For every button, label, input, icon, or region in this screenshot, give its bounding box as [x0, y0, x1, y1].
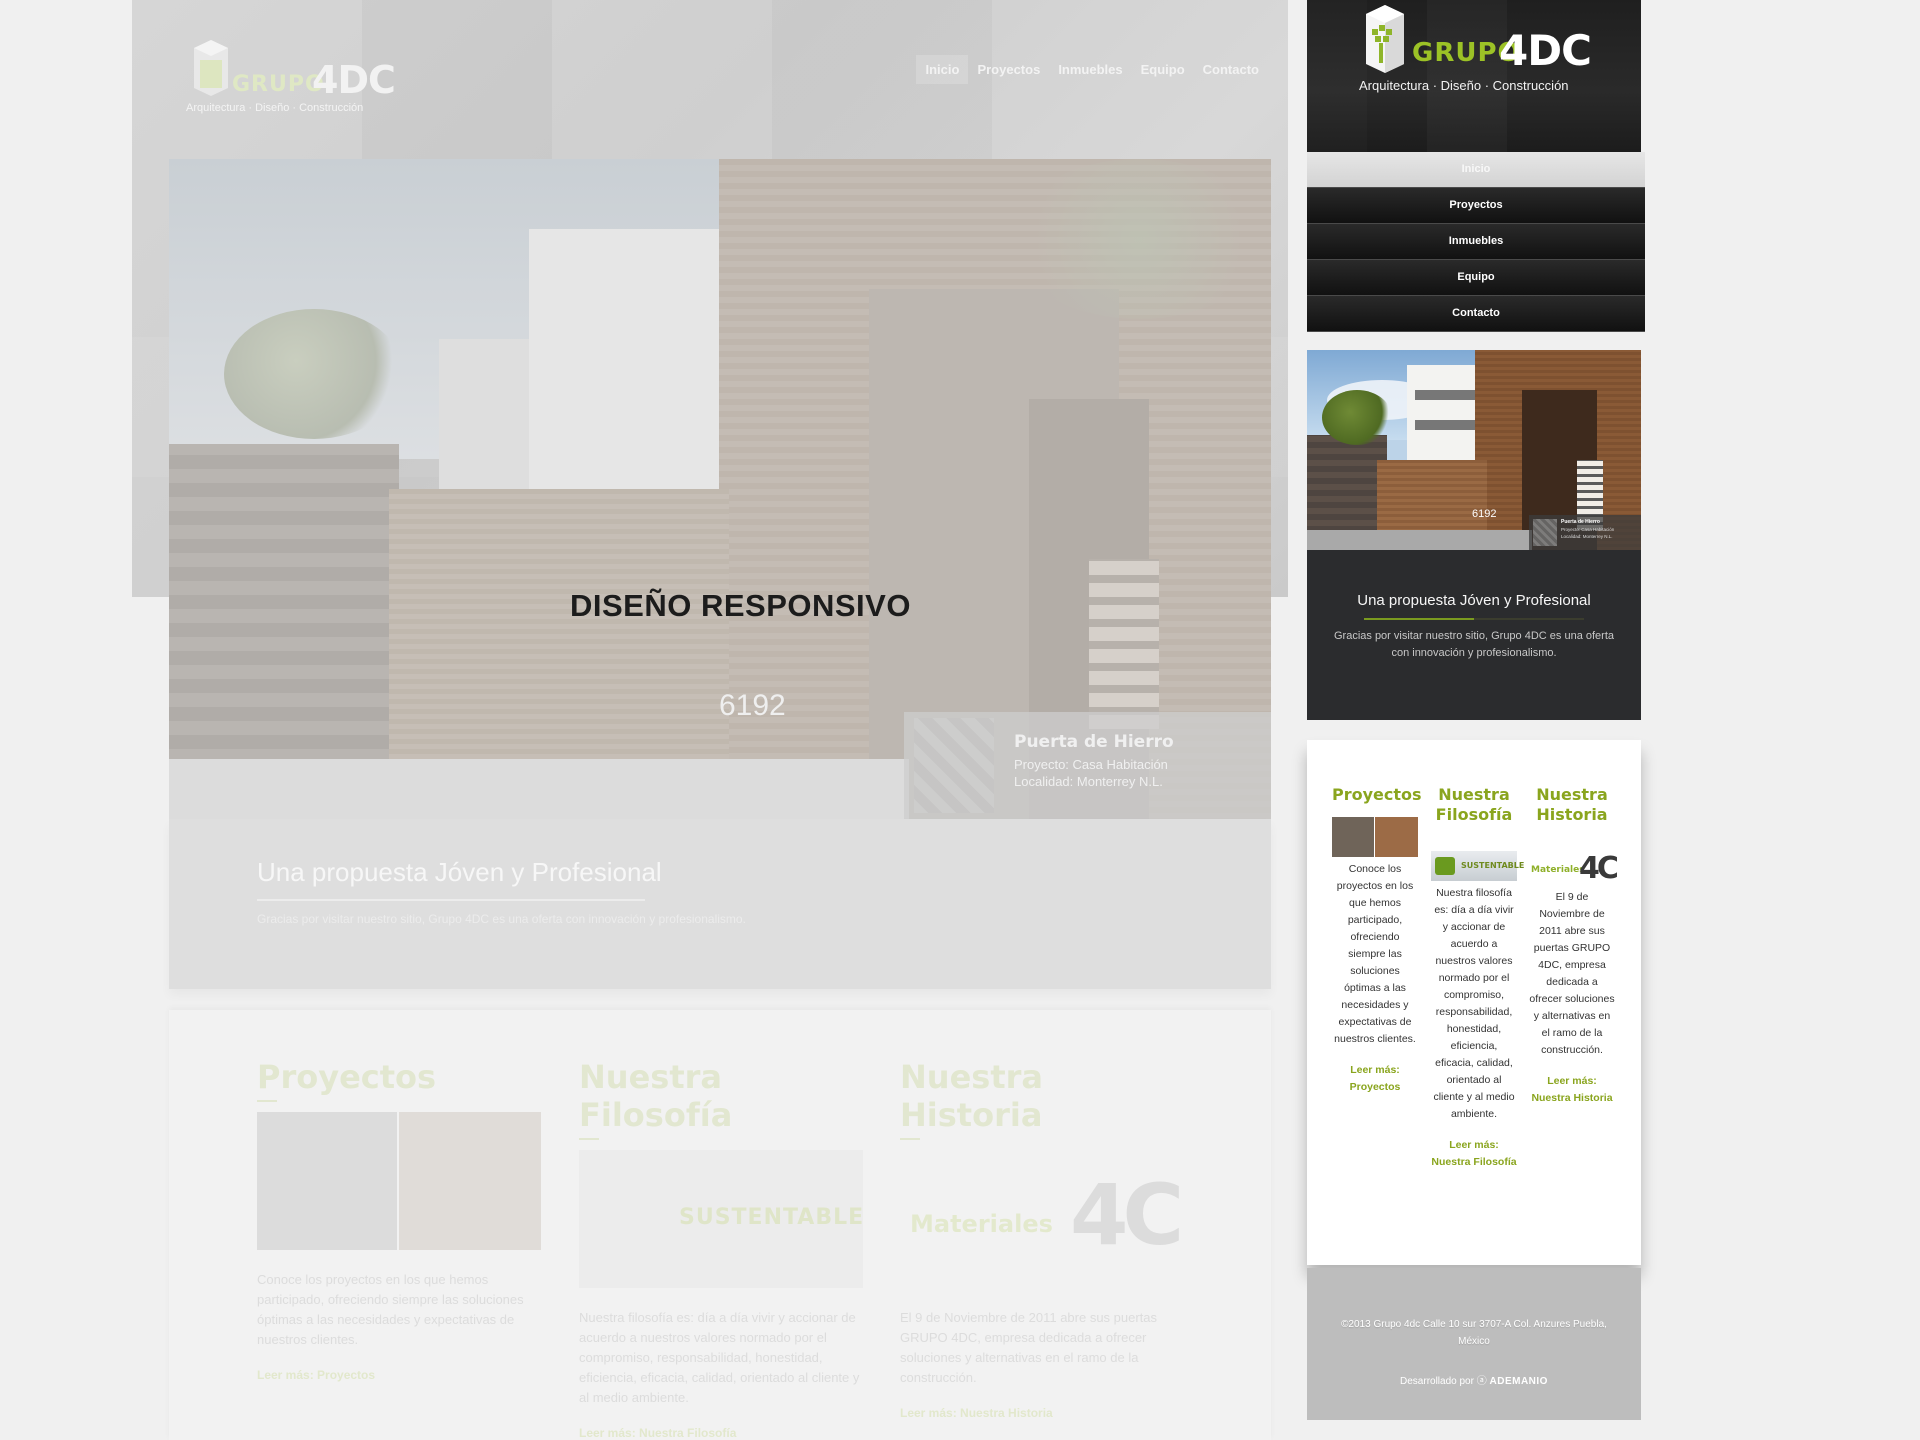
- column-title: Proyectos: [257, 1058, 437, 1096]
- hero-caption: Puerta de Hierro Proyecto: Casa Habitaci…: [1529, 515, 1641, 550]
- read-more-link[interactable]: Leer más: Nuestra Historia: [1529, 1073, 1615, 1107]
- mobile-nav-contacto[interactable]: Contacto: [1307, 296, 1645, 332]
- caption-project: Proyecto: Casa Habitación: [1561, 527, 1615, 532]
- column-text: Conoce los proyectos en los que hemos pa…: [1334, 863, 1416, 1045]
- column-text: El 9 de Noviembre de 2011 abre sus puert…: [900, 1310, 1158, 1385]
- column-proyectos: Proyectos Conoce los proyectos en los qu…: [1332, 785, 1422, 1096]
- page-headline: DISEÑO RESPONSIVO: [570, 588, 911, 623]
- column-text: El 9 de Noviembre de 2011 abre sus puert…: [1529, 891, 1615, 1056]
- sustentable-image-text: SUSTENTABLE: [1461, 861, 1525, 870]
- column-proyectos: Proyectos Conoce los proyectos en los qu…: [257, 1058, 547, 1382]
- caption-title: Puerta de Hierro: [1014, 732, 1174, 752]
- mobile-nav-proyectos[interactable]: Proyectos: [1307, 188, 1645, 224]
- desktop-nav-inicio[interactable]: Inicio: [916, 55, 969, 84]
- intro-title: Una propuesta Jóven y Profesional: [1357, 592, 1591, 609]
- column-title: Nuestra Historia: [900, 1058, 1043, 1134]
- logo-tagline: Arquitectura · Diseño · Construcción: [1359, 78, 1569, 93]
- developer-logo-icon: ⓐ: [1476, 1376, 1490, 1387]
- mobile-footer: ©2013 Grupo 4dc Calle 10 sur 3707-A Col.…: [1307, 1268, 1641, 1420]
- column-title: Nuestra Historia: [1536, 785, 1608, 824]
- desktop-columns: Proyectos Conoce los proyectos en los qu…: [169, 1010, 1271, 1440]
- caption-project: Proyecto: Casa Habitación: [1014, 757, 1168, 772]
- logo-tagline: Arquitectura · Diseño · Construcción: [186, 102, 364, 114]
- caption-location: Localidad: Monterrey N.L.: [1561, 534, 1613, 539]
- developer-link[interactable]: ADEMANIO: [1490, 1376, 1548, 1387]
- logo-4dc-text: 4DC: [1499, 26, 1592, 75]
- mobile-columns: Proyectos Conoce los proyectos en los qu…: [1307, 740, 1641, 1265]
- column-image[interactable]: SUSTENTABLE: [579, 1150, 863, 1288]
- materiales-image-text: Materiales: [1531, 865, 1585, 875]
- intro-text: Gracias por visitar nuestro sitio, Grupo…: [257, 912, 746, 926]
- house-icon: [1435, 857, 1455, 875]
- intro-divider: [1364, 618, 1584, 620]
- cube-logo-icon[interactable]: [1364, 3, 1406, 75]
- desktop-nav-equipo[interactable]: Equipo: [1132, 55, 1194, 84]
- mobile-intro: Una propuesta Jóven y Profesional Gracia…: [1307, 550, 1641, 720]
- read-more-link[interactable]: Leer más: Proyectos: [257, 1368, 547, 1382]
- column-filosofia: Nuestra Filosofía SUSTENTABLE Nuestra fi…: [579, 1058, 869, 1440]
- desktop-preview: GRUPO 4DC Arquitectura · Diseño · Constr…: [132, 0, 1288, 1440]
- logo-grupo-text: GRUPO: [232, 72, 325, 97]
- desktop-nav-inmuebles[interactable]: Inmuebles: [1049, 55, 1131, 84]
- intro-divider: [257, 899, 645, 901]
- footer-address: ©2013 Grupo 4dc Calle 10 sur 3707-A Col.…: [1341, 1319, 1607, 1347]
- 4c-logo-image-text: 4C: [1070, 1166, 1184, 1264]
- cube-logo-icon: [1533, 519, 1557, 546]
- desktop-intro: Una propuesta Jóven y Profesional Gracia…: [169, 819, 1271, 989]
- column-image[interactable]: [257, 1112, 541, 1250]
- mobile-nav: Inicio Proyectos Inmuebles Equipo Contac…: [1307, 152, 1645, 332]
- column-image[interactable]: [1332, 817, 1418, 857]
- column-image[interactable]: SUSTENTABLE: [1431, 851, 1524, 881]
- column-filosofia: Nuestra Filosofía SUSTENTABLE Nuestra fi…: [1431, 785, 1524, 1171]
- house-number: 6192: [719, 689, 786, 722]
- caption-title: Puerta de Hierro: [1561, 519, 1600, 525]
- sustentable-image-text: SUSTENTABLE: [679, 1205, 865, 1230]
- mobile-header: GRUPO 4DC Arquitectura · Diseño · Constr…: [1307, 0, 1641, 152]
- developed-by-label: Desarrollado por: [1400, 1376, 1474, 1387]
- house-number: 6192: [1472, 508, 1497, 520]
- read-more-link[interactable]: Leer más: Nuestra Historia: [900, 1406, 1190, 1420]
- mobile-preview: GRUPO 4DC Arquitectura · Diseño · Constr…: [1307, 0, 1645, 1440]
- column-title: Proyectos: [1332, 785, 1422, 804]
- intro-title: Una propuesta Jóven y Profesional: [257, 857, 662, 887]
- column-text: Nuestra filosofía es: día a día vivir y …: [1433, 887, 1515, 1120]
- desktop-nav-proyectos[interactable]: Proyectos: [968, 55, 1049, 84]
- column-title: Nuestra Filosofía: [1435, 785, 1513, 824]
- mobile-nav-inmuebles[interactable]: Inmuebles: [1307, 224, 1645, 260]
- column-text: Nuestra filosofía es: día a día vivir y …: [579, 1310, 860, 1405]
- mobile-nav-equipo[interactable]: Equipo: [1307, 260, 1645, 296]
- intro-text: Gracias por visitar nuestro sitio, Grupo…: [1333, 630, 1614, 659]
- read-more-link[interactable]: Leer más: Nuestra Filosofía: [1431, 1137, 1517, 1171]
- mobile-hero-slider[interactable]: 6192 Puerta de Hierro Proyecto: Casa Hab…: [1307, 350, 1641, 550]
- column-image[interactable]: Materiales 4C: [900, 1150, 1184, 1288]
- read-more-link[interactable]: Leer más: Nuestra Filosofía: [579, 1426, 869, 1440]
- footer-credit: Desarrollado por ⓐ ADEMANIO: [1307, 1372, 1641, 1387]
- column-historia: Nuestra Historia Materiales 4C El 9 de N…: [900, 1058, 1190, 1420]
- column-historia: Nuestra Historia Materiales 4C El 9 de N…: [1529, 785, 1619, 1107]
- column-title: Nuestra Filosofía: [579, 1058, 733, 1134]
- desktop-nav-contacto[interactable]: Contacto: [1194, 55, 1268, 84]
- logo-4dc-text: 4DC: [312, 58, 396, 102]
- desktop-nav: Inicio Proyectos Inmuebles Equipo Contac…: [916, 55, 1268, 84]
- read-more-link[interactable]: Leer más: Proyectos: [1332, 1062, 1418, 1096]
- hero-caption: Puerta de Hierro Proyecto: Casa Habitaci…: [904, 712, 1271, 819]
- cube-logo-icon: [914, 718, 994, 813]
- cube-logo-icon: [194, 40, 228, 96]
- mobile-nav-inicio[interactable]: Inicio: [1307, 152, 1645, 188]
- desktop-logo[interactable]: GRUPO 4DC Arquitectura · Diseño · Constr…: [186, 38, 396, 118]
- caption-location: Localidad: Monterrey N.L.: [1014, 774, 1163, 789]
- column-text: Conoce los proyectos en los que hemos pa…: [257, 1272, 524, 1347]
- 4c-logo-image-text: 4C: [1579, 851, 1619, 886]
- desktop-hero-slider[interactable]: 6192 Puerta de Hierro Proyecto: Casa Hab…: [169, 159, 1271, 819]
- materiales-image-text: Materiales: [910, 1210, 1053, 1238]
- column-image[interactable]: Materiales 4C: [1529, 851, 1619, 886]
